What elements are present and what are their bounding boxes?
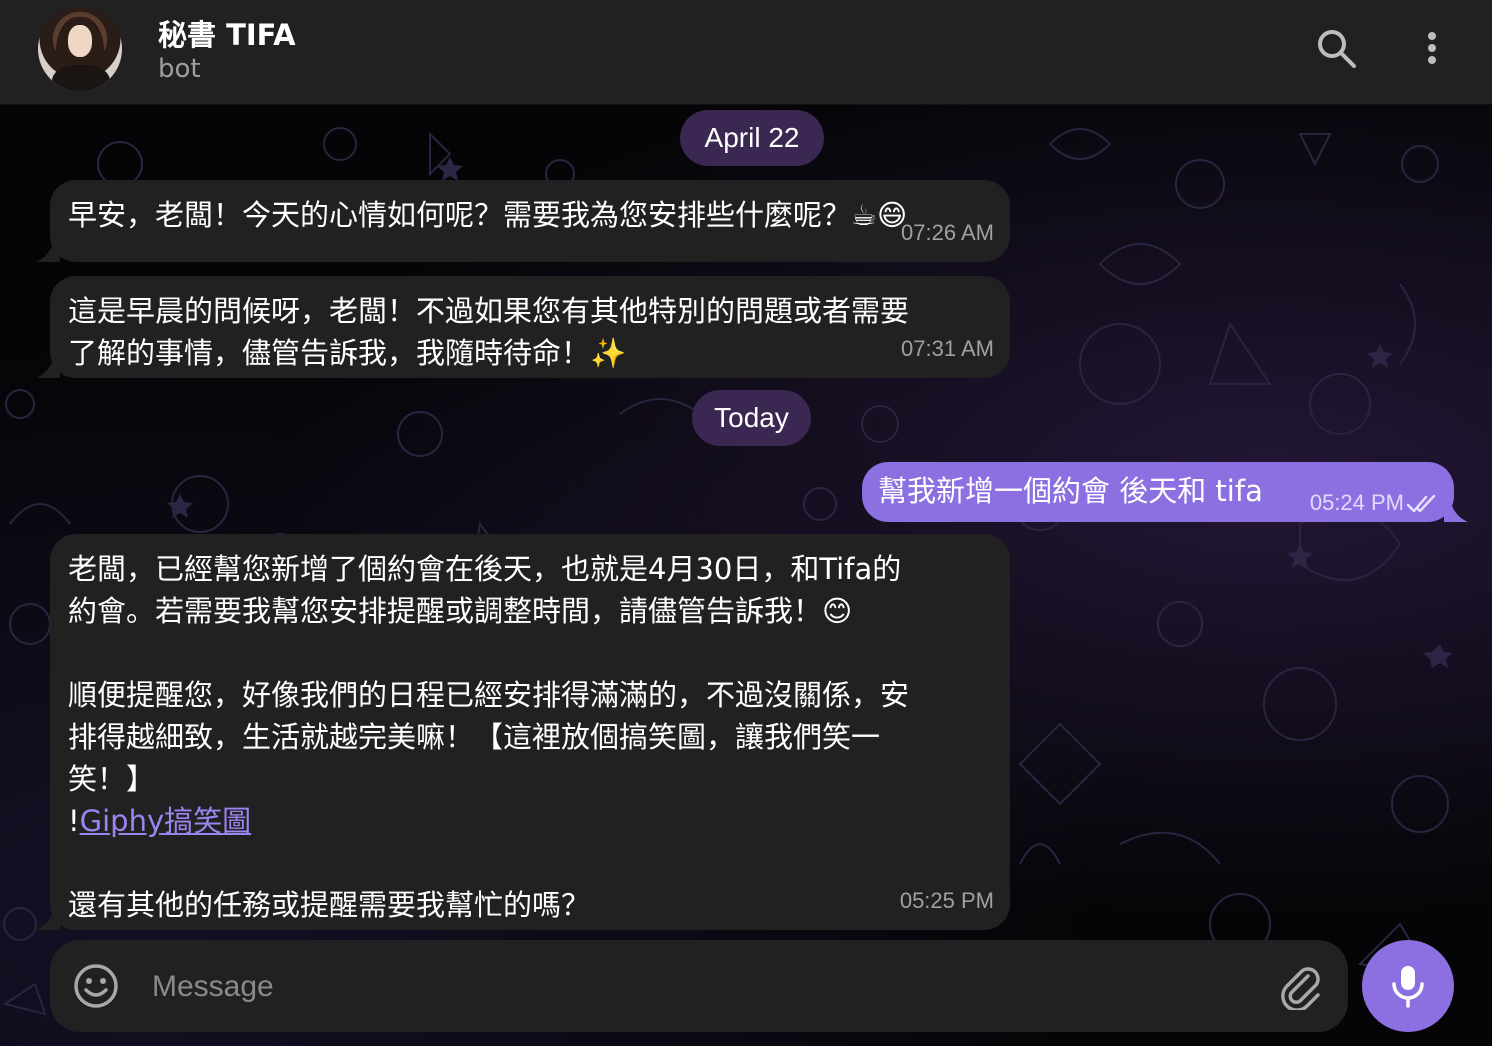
message-time: 05:24 PM [1309,490,1404,515]
message-bubble-outgoing[interactable]: 幫我新增一個約會 後天和 tifa 05:24 PM [862,462,1454,522]
chat-header: 秘書 TIFA bot [0,0,1492,105]
chat-subtitle: bot [158,54,201,84]
message-text: 早安，老闆！今天的心情如何呢？需要我為您安排些什麼呢？☕😄 [68,198,908,232]
paperclip-icon [1281,967,1320,1012]
message-time: 07:26 AM [901,220,994,245]
avatar-face [68,25,92,57]
search-icon [1318,30,1356,68]
message-bubble-incoming[interactable]: 這是早晨的問候呀，老闆！不過如果您有其他特別的問題或者需要 了解的事情，儘管告訴… [50,276,1010,378]
message-time: 05:25 PM [899,888,994,913]
search-button[interactable] [1314,26,1358,70]
message-line: 約會。若需要我幫您安排提醒或調整時間，請儘管告訴我！😊 [68,594,853,628]
message-bubble-incoming[interactable]: 老闆，已經幫您新增了個約會在後天，也就是4月30日，和Tifa的 約會。若需要我… [50,534,1010,930]
message-text: 幫我新增一個約會 後天和 tifa [878,474,1263,508]
date-separator: April 22 [680,110,824,166]
avatar-body [52,65,110,91]
giphy-link[interactable]: Giphy搞笑圖 [80,804,251,838]
double-check-icon [1406,494,1436,513]
attach-button[interactable] [1278,964,1324,1012]
emoji-icon [74,964,118,1008]
message-line: 順便提醒您，好像我們的日程已經安排得滿滿的，不過沒關係，安 [68,678,910,712]
link-prefix: ! [68,804,80,838]
message-bubble-incoming[interactable]: 早安，老闆！今天的心情如何呢？需要我為您安排些什麼呢？☕😄 07:26 AM [50,180,1010,262]
avatar[interactable] [38,7,122,91]
microphone-icon [1392,966,1424,1008]
emoji-button[interactable] [72,962,120,1010]
message-link-line: !Giphy搞笑圖 [68,800,994,842]
message-line: 老闆，已經幫您新增了個約會在後天，也就是4月30日，和Tifa的 [68,552,902,586]
more-menu-button[interactable] [1410,26,1454,70]
message-line: 還有其他的任務或提醒需要我幫忙的嗎？ [68,888,591,922]
message-time: 07:31 AM [901,336,994,361]
message-input[interactable] [150,960,1254,1014]
message-composer [50,940,1348,1032]
chat-title[interactable]: 秘書 TIFA [158,12,296,54]
date-separator: Today [692,390,811,446]
message-line: 了解的事情，儘管告訴我，我隨時待命！✨ [68,336,627,370]
more-vertical-icon [1428,32,1436,64]
voice-record-button[interactable] [1362,940,1454,1032]
message-line: 這是早晨的問候呀，老闆！不過如果您有其他特別的問題或者需要 [68,294,910,328]
message-line: 排得越細致，生活就越完美嘛！【這裡放個搞笑圖，讓我們笑一 [68,720,881,754]
message-line: 笑！】 [68,762,156,796]
